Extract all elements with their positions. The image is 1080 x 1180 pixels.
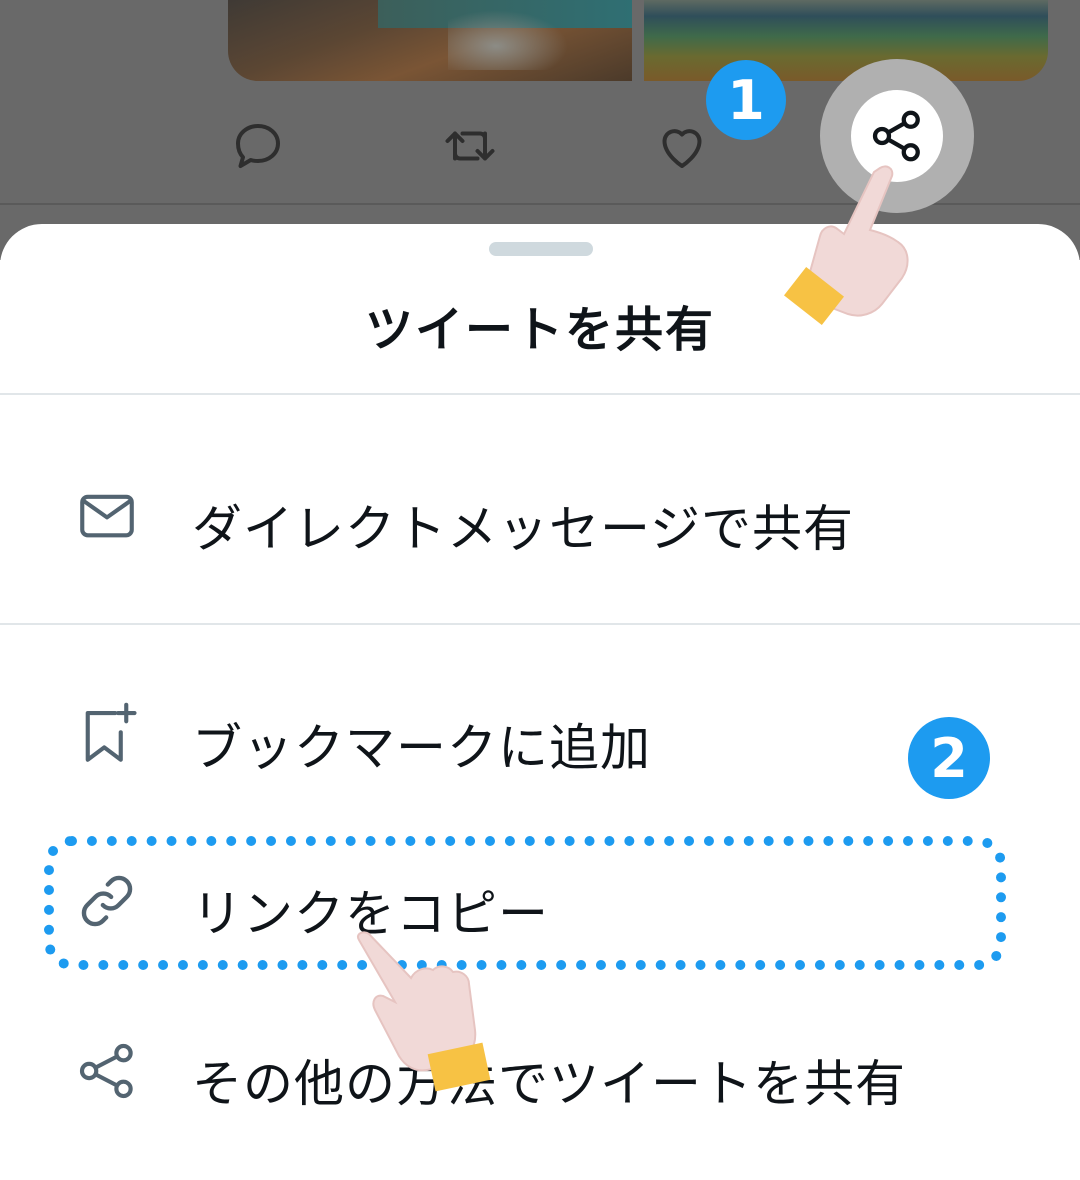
menu-item-label: その他の方法でツイートを共有: [192, 1055, 906, 1113]
tweet-photo-2[interactable]: [644, 0, 1048, 81]
step-badge-1: 1: [706, 60, 786, 140]
highlight-box-copy-link: [44, 836, 1006, 970]
retweet-icon[interactable]: [440, 116, 500, 176]
reply-icon[interactable]: [228, 116, 288, 176]
tweet-photo-1[interactable]: [228, 0, 632, 81]
share-sheet: ツイートを共有 ダイレクトメッセージで共有 ブックマークに追加 リンクをコピー …: [0, 224, 1080, 1180]
menu-item-label: ブックマークに追加: [192, 719, 651, 777]
like-icon[interactable]: [652, 116, 712, 176]
divider: [0, 393, 1080, 395]
pointing-hand-icon: [345, 930, 505, 1095]
divider: [0, 623, 1080, 625]
step-badge-2: 2: [908, 717, 990, 799]
sheet-grabber[interactable]: [489, 242, 593, 256]
mail-icon: [74, 483, 140, 549]
share-icon: [74, 1038, 140, 1104]
menu-item-share-via[interactable]: その他の方法でツイートを共有: [0, 1010, 1080, 1130]
pointing-hand-icon: [770, 150, 920, 335]
menu-item-direct-message[interactable]: ダイレクトメッセージで共有: [0, 455, 1080, 575]
bookmark-add-icon: [74, 702, 140, 768]
menu-item-label: ダイレクトメッセージで共有: [192, 500, 854, 558]
